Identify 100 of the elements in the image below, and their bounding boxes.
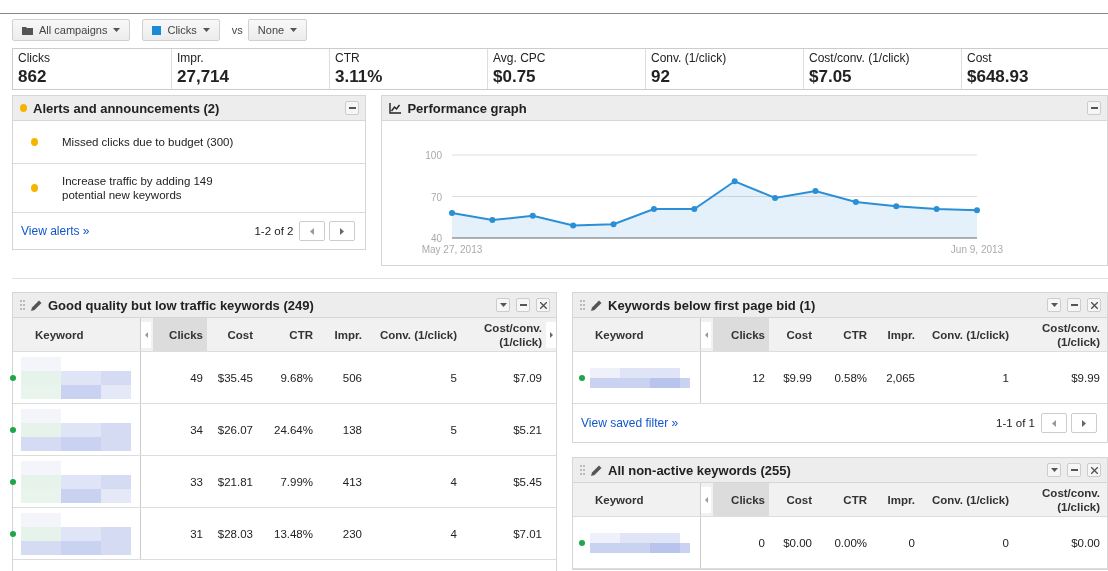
table-cell-text: 4 [449, 475, 458, 488]
table-cell-text: 0.58% [833, 371, 868, 384]
line-chart-icon [389, 102, 402, 114]
status-dot-icon [579, 374, 585, 381]
panel-title: Alerts and announcements (2) [33, 100, 221, 116]
minimize-button[interactable] [1067, 298, 1081, 312]
panel-title: Performance graph [407, 100, 528, 116]
drag-handle-icon [20, 299, 25, 311]
column-header[interactable]: Impr. [317, 318, 366, 351]
column-header[interactable]: Cost/conv. (1/click) [1013, 483, 1104, 516]
column-header[interactable]: Clicks [713, 318, 769, 351]
panel-title: Good quality but low traffic keywords (249) [48, 297, 315, 313]
column-header[interactable]: CTR [816, 483, 871, 516]
minimize-button[interactable] [1067, 463, 1081, 477]
metric-label: CTR [335, 51, 361, 66]
table-cell-text: $9.99 [782, 371, 813, 384]
table-cell-text: $5.21 [512, 423, 543, 436]
column-header[interactable]: Cost [769, 483, 816, 516]
table-cell-text: $7.09 [512, 371, 543, 384]
metric-filter-dropdown[interactable]: Clicks [142, 19, 220, 41]
caret-left-icon [1052, 419, 1056, 427]
column-header[interactable]: Cost [207, 318, 257, 351]
view-saved-filter-link[interactable]: View saved filter » [581, 416, 992, 430]
table-cell-text: $0.00 [782, 536, 813, 549]
table-cell-text: 0.00% [833, 536, 868, 549]
table-cell-text: $9.99 [1070, 371, 1101, 384]
column-header[interactable]: Cost/conv. (1/click) [1013, 318, 1104, 351]
versus-label: vs [231, 24, 243, 36]
table-cell-text: 34 [189, 423, 204, 436]
data-point [853, 199, 860, 206]
y-tick-label: 40 [431, 233, 443, 244]
column-header[interactable]: CTR [257, 318, 317, 351]
caret-down-icon [202, 28, 210, 32]
table-cell-text: 1 [1001, 371, 1010, 384]
options-dropdown-button[interactable] [496, 298, 510, 312]
column-header[interactable]: CTR [816, 318, 871, 351]
pencil-icon [591, 299, 602, 311]
table-cell-text: 5 [449, 371, 458, 384]
caret-right-icon [1082, 419, 1086, 427]
table-cell-text: 24.64% [273, 423, 314, 436]
column-header[interactable]: Cost [769, 318, 816, 351]
next-page-button[interactable] [1071, 413, 1097, 433]
next-page-button[interactable] [329, 221, 356, 241]
table-cell-text: 7.99% [279, 475, 314, 488]
caret-down-icon [1050, 303, 1058, 307]
table-cell-text: 0 [1001, 536, 1010, 549]
scroll-right-button[interactable] [546, 322, 556, 348]
caret-left-icon [144, 332, 148, 338]
table-cell-text: $26.07 [216, 423, 254, 436]
table-cell-text: $21.81 [216, 475, 254, 488]
column-header[interactable]: Conv. (1/click) [366, 318, 461, 351]
options-dropdown-button[interactable] [1047, 298, 1061, 312]
table-cell-text: 9.68% [279, 371, 314, 384]
caret-right-icon [340, 227, 345, 235]
caret-left-icon [704, 332, 708, 338]
campaign-filter-dropdown[interactable]: All campaigns [12, 19, 131, 41]
table-cell-text: 0 [907, 536, 916, 549]
column-header[interactable]: Conv. (1/click) [919, 483, 1013, 516]
column-header[interactable]: Clicks [713, 483, 769, 516]
compare-filter-dropdown[interactable]: None [247, 19, 308, 41]
data-point [732, 178, 739, 185]
metric-label: Conv. (1/click) [651, 51, 728, 66]
y-tick-label: 70 [431, 191, 443, 203]
status-dot-icon [579, 539, 585, 546]
close-button[interactable] [1087, 298, 1101, 312]
options-dropdown-button[interactable] [1047, 463, 1061, 477]
table-cell-text: $35.45 [216, 371, 254, 384]
column-header[interactable]: Impr. [871, 318, 919, 351]
panel-title: Keywords below first page bid (1) [608, 297, 817, 313]
column-header[interactable]: Impr. [871, 483, 919, 516]
minimize-button[interactable] [1087, 101, 1101, 115]
column-header[interactable]: Conv. (1/click) [919, 318, 1013, 351]
metric-value: 92 [651, 66, 671, 87]
table-cell-text: 13.48% [273, 527, 314, 540]
column-header[interactable]: Cost/conv. (1/click) [461, 318, 546, 351]
table-cell-text: 31 [189, 527, 204, 540]
table-cell-text: 33 [189, 475, 204, 488]
series-swatch-icon [152, 25, 162, 35]
minus-icon [1090, 107, 1098, 109]
close-icon [1090, 301, 1098, 309]
data-point [974, 207, 981, 214]
close-button[interactable] [1087, 463, 1101, 477]
panel-title: All non-active keywords (255) [608, 462, 792, 478]
caret-down-icon [113, 28, 121, 32]
column-header[interactable]: Clicks [153, 318, 207, 351]
close-button[interactable] [536, 298, 550, 312]
metric-value: 3.11% [335, 66, 384, 87]
drag-handle-icon [580, 464, 585, 476]
caret-left-icon [310, 227, 315, 235]
metric-value: 27,714 [177, 66, 230, 87]
pencil-icon [31, 299, 42, 311]
alert-text: Increase traffic by adding 149 potential new keywords [62, 174, 214, 202]
table-cell-text: 2,065 [885, 371, 916, 384]
minimize-button[interactable] [345, 101, 360, 115]
data-point [893, 203, 900, 210]
status-dot-icon [10, 478, 16, 485]
minimize-button[interactable] [516, 298, 530, 312]
metric-label: Impr. [177, 51, 205, 66]
view-alerts-link[interactable]: View alerts » [21, 224, 251, 238]
minus-icon [519, 304, 527, 306]
